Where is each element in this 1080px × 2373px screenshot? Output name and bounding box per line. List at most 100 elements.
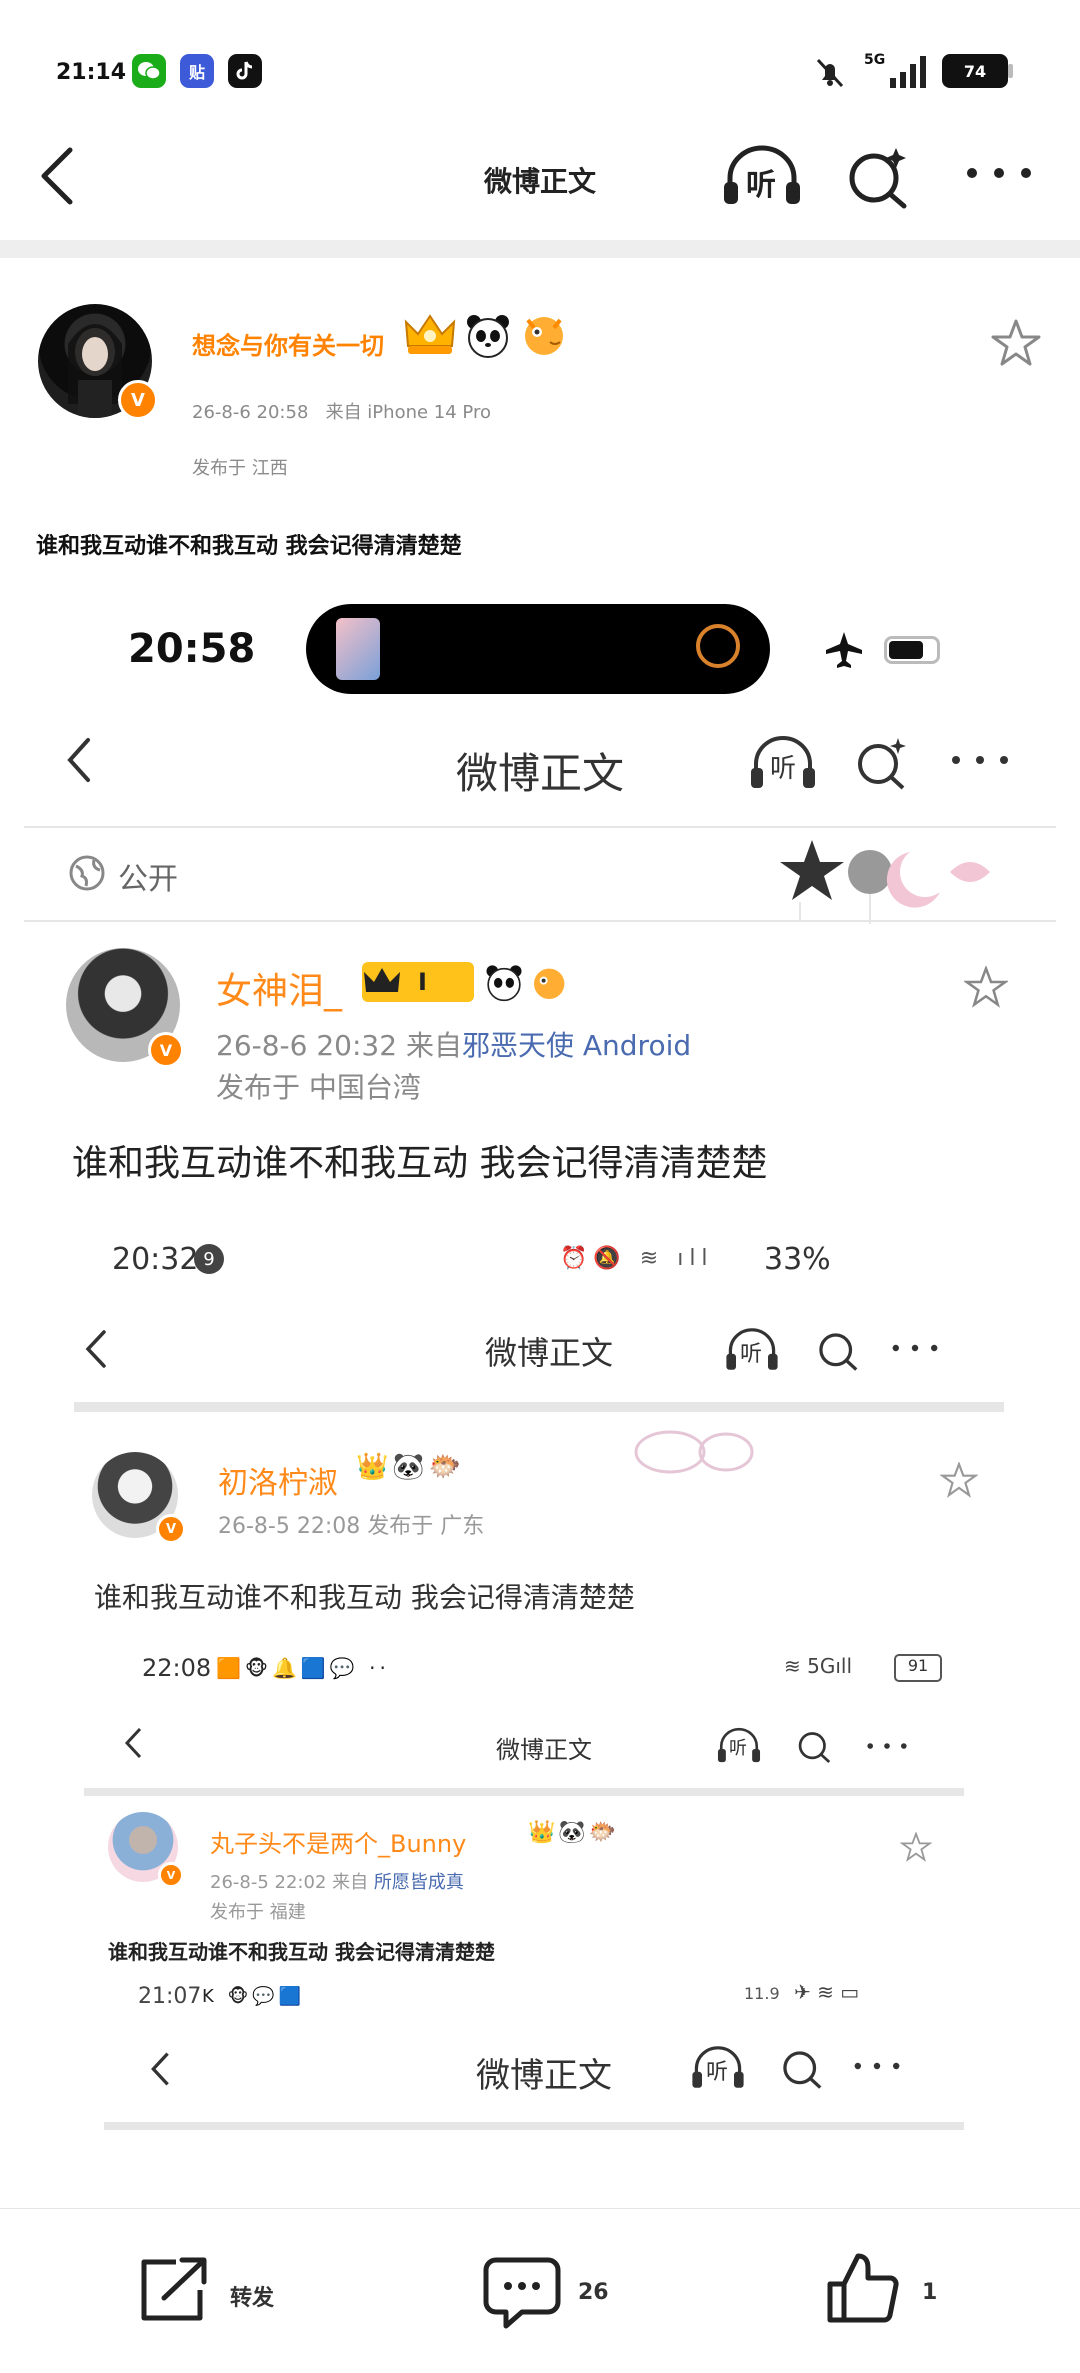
mute-icon xyxy=(812,54,848,94)
airplane-icon xyxy=(824,630,864,674)
post-text: 谁和我互动谁不和我互动 我会记得清清楚楚 xyxy=(36,534,462,559)
shot1-verified-icon: V xyxy=(148,1032,184,1068)
shot3-badges-icon: 👑🐼🐡 xyxy=(528,1820,620,1845)
shot2-star-icon xyxy=(939,1461,979,1502)
timer-ring xyxy=(696,624,740,668)
shot3-text: 谁和我互动谁不和我互动 我会记得清清楚楚 xyxy=(108,1940,495,1964)
post-source: 来自 iPhone 14 Pro xyxy=(325,402,491,423)
shot4-speed: 11.9 xyxy=(744,1984,780,2003)
shot2-status-icons: ⏰🔕 ≋ ıll xyxy=(560,1246,714,1271)
shot4-more-icon xyxy=(852,2058,902,2078)
shot1-level-badge: I xyxy=(362,962,474,1002)
shot1-divider-2 xyxy=(24,920,1056,922)
signal-icon: 5G xyxy=(862,50,926,94)
globe-icon xyxy=(68,854,106,896)
listen-label: 听 xyxy=(746,168,776,203)
shot2-divider xyxy=(74,1402,1004,1412)
shot2: 20:32 9 ⏰🔕 ≋ ıll 33% 微博正文 听 V 初洛柠淑 👑🐼🐡 2… xyxy=(64,1226,1034,2206)
shot1-text: 谁和我互动谁不和我互动 我会记得清清楚楚 xyxy=(72,1143,768,1184)
shot4-listen-icon: 听 xyxy=(690,2044,746,2090)
post-username[interactable]: 想念与你有关一切 xyxy=(192,326,384,361)
shot1-meta: 26-8-6 20:32 来自邪恶天使 Android xyxy=(216,1029,692,1062)
shot4-status-icons: K 🐵💬🟦 xyxy=(202,1986,306,2007)
header-divider xyxy=(0,240,1080,258)
tiktok-icon xyxy=(228,54,262,88)
status-time: 21:14 xyxy=(56,60,127,85)
comment-icon xyxy=(483,2257,561,2329)
shot3-app-icons: 🟧🐵🔔🟦💬 ·· xyxy=(216,1656,390,1680)
shot2-more-icon xyxy=(890,1340,940,1360)
shot2-notif-badge: 9 xyxy=(194,1244,224,1274)
shot1-source-link: 邪恶天使 Android xyxy=(461,1029,692,1062)
music-cover xyxy=(336,618,380,680)
shot3-signal: ≋ 5Gıll xyxy=(784,1654,853,1678)
shot2-nav-title: 微博正文 xyxy=(484,1334,613,1372)
visibility-label: 公开 xyxy=(118,862,178,897)
shot2-battery: 33% xyxy=(764,1242,831,1277)
shot2-sticker-icon xyxy=(630,1422,760,1486)
shot4-search-icon xyxy=(780,2044,826,2094)
shot4-time: 21:07 xyxy=(138,1984,202,2009)
comment-count: 26 xyxy=(578,2280,609,2305)
shot3-time: 22:08 xyxy=(142,1654,212,1682)
battery-tip xyxy=(1008,64,1013,78)
shot2-verified-icon: V xyxy=(156,1514,186,1544)
like-count: 1 xyxy=(922,2280,938,2305)
shot2-search-icon xyxy=(816,1326,862,1376)
svg-text:5G: 5G xyxy=(864,52,885,68)
search-button[interactable] xyxy=(846,146,912,214)
favorite-star-icon[interactable] xyxy=(990,318,1042,372)
post-time: 26-8-6 20:58 xyxy=(192,402,309,423)
shot2-time: 20:32 xyxy=(112,1242,199,1277)
shot3-more-icon xyxy=(866,1738,908,1757)
repost-button[interactable] xyxy=(136,2254,212,2330)
shot1-location: 发布于 中国台湾 xyxy=(216,1071,421,1104)
repost-icon xyxy=(141,2257,207,2321)
shot3-battery: 91 xyxy=(894,1654,942,1682)
shot3-star-icon xyxy=(899,1831,933,1866)
shot4-airplane-icon: ✈ ≋ ▭ xyxy=(794,1980,860,2004)
post-location: 发布于 江西 xyxy=(192,458,288,479)
verified-badge-icon: V xyxy=(118,380,158,420)
more-button[interactable] xyxy=(964,158,1034,192)
search-sparkle-icon xyxy=(849,148,907,209)
shot4-divider xyxy=(104,2122,964,2130)
shot2-username: 初洛柠淑 xyxy=(218,1466,338,1501)
shot3-listen-icon: 听 xyxy=(716,1726,762,1764)
shot1-battery xyxy=(884,636,940,664)
shot1-star-icon xyxy=(962,964,1010,1012)
comment-button[interactable] xyxy=(482,2254,562,2334)
crown-badge-icon xyxy=(402,312,458,362)
shot3: 22:08 🟧🐵🔔🟦💬 ·· ≋ 5Gıll 91 微博正文 听 V 丸子头不是… xyxy=(84,1646,1004,2206)
more-icon xyxy=(967,168,1031,178)
panda-badge-icon xyxy=(464,312,512,362)
shot3-meta: 26-8-5 22:02 来自 所愿皆成真 xyxy=(210,1872,464,1893)
shot1-search-icon xyxy=(854,736,910,794)
listen-button[interactable]: 听 xyxy=(720,144,804,208)
like-button[interactable] xyxy=(824,2250,902,2332)
shot1-listen-icon: 听 xyxy=(748,734,818,790)
wechat-icon xyxy=(132,54,166,88)
shot1-fish-icon xyxy=(530,964,570,1006)
shot1-panda-icon xyxy=(484,962,524,1006)
tieba-icon: 贴 xyxy=(180,54,214,88)
shot1-time: 20:58 xyxy=(128,626,256,672)
dynamic-island xyxy=(306,604,770,694)
page-title: 微博正文 xyxy=(483,165,596,198)
shot3-verified-icon: V xyxy=(158,1862,184,1888)
shot3-search-icon xyxy=(796,1726,834,1768)
shot2-text: 谁和我互动谁不和我互动 我会记得清清楚楚 xyxy=(94,1581,635,1614)
shot2-badges-icon: 👑🐼🐡 xyxy=(356,1452,466,1482)
shot1-more-icon xyxy=(950,750,1010,774)
post-image[interactable]: 20:58 微博正文 听 公开 V 女神泪_ I 26-8-6 20:32 来自… xyxy=(24,586,1056,2206)
shot2-meta: 26-8-5 22:08 发布于 广东 xyxy=(218,1514,485,1539)
post-meta: 26-8-6 20:58 来自 iPhone 14 Pro xyxy=(192,398,491,424)
fish-badge-icon xyxy=(520,312,570,362)
battery-indicator: 74 xyxy=(942,54,1008,88)
thumbs-up-icon xyxy=(827,2253,899,2323)
shot3-divider xyxy=(84,1788,964,1796)
repost-label[interactable]: 转发 xyxy=(230,2280,274,2312)
shot1-divider xyxy=(24,826,1056,828)
crown-icon xyxy=(364,968,400,992)
shot3-location: 发布于 福建 xyxy=(210,1902,306,1923)
